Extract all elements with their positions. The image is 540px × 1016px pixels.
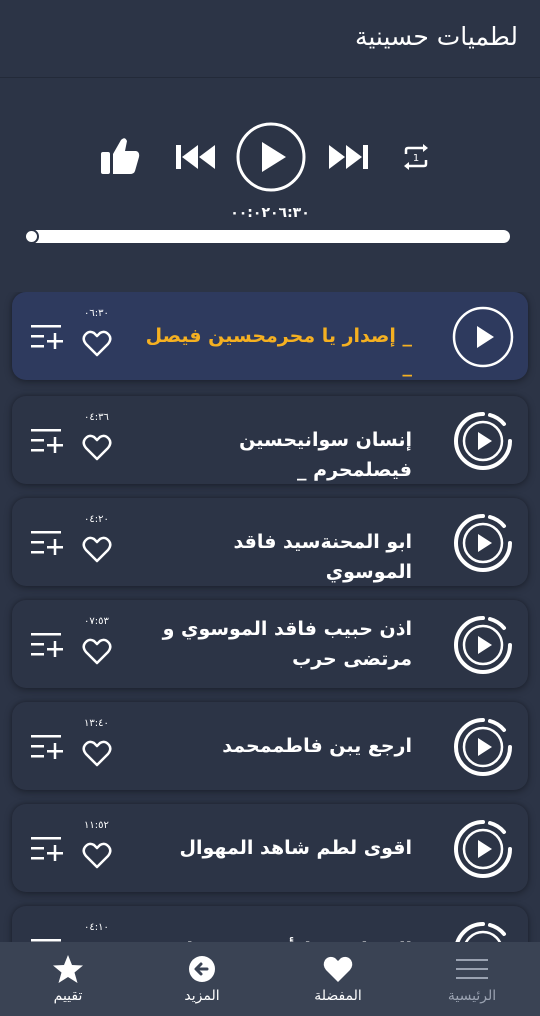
track-play-button[interactable] <box>452 716 514 778</box>
heart-outline-icon[interactable] <box>82 638 112 666</box>
nav-rate[interactable]: تقييم <box>8 942 128 1016</box>
track-duration: ٠٦:٣٠ <box>84 308 109 319</box>
track-play-button[interactable] <box>452 306 514 368</box>
thumbs-up-icon[interactable] <box>98 136 142 176</box>
arrow-left-circle-icon <box>189 956 215 982</box>
nav-home[interactable]: الرئيسية <box>412 942 532 1016</box>
track-card[interactable]: ابو المحنةسيد فاقد الموسوي ٠٤:٢٠ <box>12 498 528 586</box>
add-to-playlist-icon[interactable] <box>30 834 64 864</box>
menu-icon <box>456 959 488 979</box>
track-title: ابو المحنةسيد فاقد الموسوي <box>233 531 412 583</box>
heart-outline-icon[interactable] <box>82 536 112 564</box>
nav-more[interactable]: المزيد <box>142 942 262 1016</box>
track-card[interactable]: اقوى لطم شاهد المهوال ١١:٥٢ <box>12 804 528 892</box>
track-card[interactable]: ارجع يبن فاطممحمد ١٣:٤٠ <box>12 702 528 790</box>
nav-more-label: المزيد <box>184 988 220 1004</box>
heart-icon <box>323 956 353 982</box>
track-card[interactable]: إنسان سوانيحسين فيصلمحرم _ ٠٤:٣٦ <box>12 396 528 484</box>
track-duration: ٠٤:٣٦ <box>84 412 109 423</box>
add-to-playlist-icon[interactable] <box>30 426 64 456</box>
skip-next-icon[interactable] <box>327 142 371 172</box>
track-duration: ٠٧:٥٣ <box>84 616 109 627</box>
svg-text:1: 1 <box>413 153 419 164</box>
play-icon <box>452 818 514 884</box>
track-title: ارجع يبن فاطممحمد <box>222 735 412 757</box>
heart-outline-icon[interactable] <box>82 434 112 462</box>
add-to-playlist-icon[interactable] <box>30 322 64 352</box>
main-play-button[interactable] <box>235 121 307 193</box>
track-play-button[interactable] <box>452 614 514 676</box>
play-icon <box>236 122 306 192</box>
track-duration: ٠٤:١٠ <box>84 922 109 933</box>
nav-home-label: الرئيسية <box>447 988 497 1004</box>
star-icon <box>53 955 83 983</box>
play-icon <box>452 716 514 782</box>
repeat-one-icon[interactable]: 1 <box>400 142 432 172</box>
track-play-button[interactable] <box>452 818 514 880</box>
track-play-button[interactable] <box>452 920 514 942</box>
track-play-button[interactable] <box>452 410 514 472</box>
nav-favorites-label: المفضلة <box>314 988 362 1004</box>
play-icon <box>452 306 514 372</box>
top-app-bar: لطميات حسينية <box>0 0 540 78</box>
app-title: لطميات حسينية <box>354 22 518 51</box>
heart-outline-icon[interactable] <box>82 330 112 358</box>
play-icon <box>452 614 514 680</box>
track-card[interactable]: اذن حبيب فاقد الموسوي و مرتضى حرب ٠٧:٥٣ <box>12 600 528 688</box>
track-title: اذن حبيب فاقد الموسوي و مرتضى حرب <box>162 618 412 670</box>
track-duration: ١١:٥٢ <box>84 820 109 831</box>
nav-favorites[interactable]: المفضلة <box>278 942 398 1016</box>
progress-knob[interactable] <box>24 229 39 244</box>
add-to-playlist-icon[interactable] <box>30 732 64 762</box>
skip-previous-icon[interactable] <box>173 142 217 172</box>
track-play-button[interactable] <box>452 512 514 574</box>
track-title: _ إصدار يا محرمحسين فيصل _ <box>145 325 412 377</box>
track-duration: ٠٤:٢٠ <box>84 514 109 525</box>
add-to-playlist-icon[interactable] <box>30 528 64 558</box>
player-controls: 1 <box>0 118 540 198</box>
play-icon <box>452 512 514 578</box>
track-duration: ١٣:٤٠ <box>84 718 109 729</box>
progress-bar[interactable] <box>24 229 510 244</box>
track-list: _ إصدار يا محرمحسين فيصل _ ٠٦:٣٠ إنسان سوا… <box>0 292 540 942</box>
play-icon <box>452 410 514 476</box>
nav-rate-label: تقييم <box>53 988 83 1004</box>
add-to-playlist-icon[interactable] <box>30 630 64 660</box>
bottom-navigation: تقييم المزيد المفضلة الرئيسية <box>0 942 540 1016</box>
play-icon <box>452 920 514 942</box>
heart-outline-icon[interactable] <box>82 740 112 768</box>
track-card[interactable]: الشعائر خط أحمرسيد فاقد ٠٤:١٠ <box>12 906 528 942</box>
time-readout: ٠٠:٠٢٠٦:٣٠ <box>230 205 310 221</box>
track-title: إنسان سوانيحسين فيصلمحرم _ <box>239 429 412 481</box>
track-title: الشعائر خط أحمرسيد فاقد <box>142 935 412 942</box>
track-card[interactable]: _ إصدار يا محرمحسين فيصل _ ٠٦:٣٠ <box>12 292 528 380</box>
heart-outline-icon[interactable] <box>82 842 112 870</box>
track-title: اقوى لطم شاهد المهوال <box>179 837 412 859</box>
